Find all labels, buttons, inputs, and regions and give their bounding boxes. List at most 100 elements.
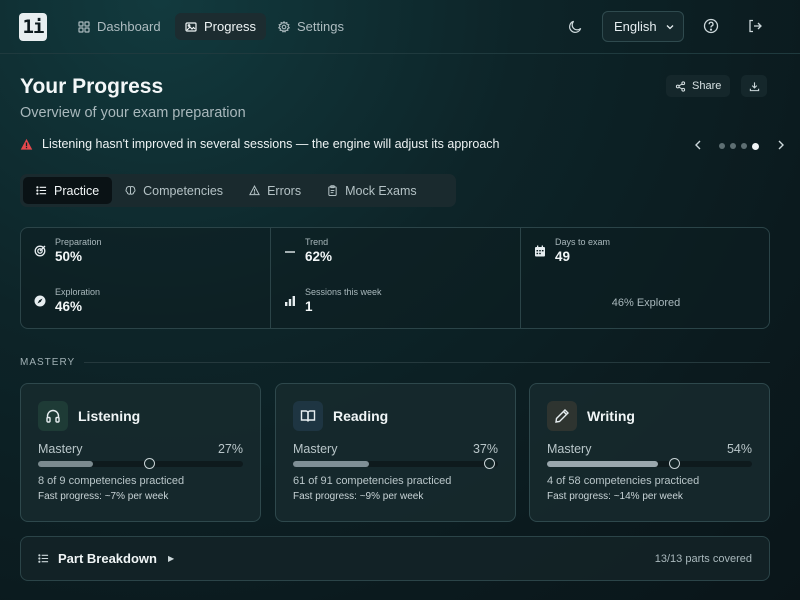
tab-mock-exams-label: Mock Exams <box>345 183 417 198</box>
caret-right-icon: ▶ <box>167 554 175 563</box>
explored-text: 46% Explored <box>611 297 681 309</box>
competencies-text: 4 of 58 competencies practiced <box>547 475 700 487</box>
download-button[interactable] <box>741 75 767 97</box>
tab-practice-label: Practice <box>54 183 100 198</box>
warning-outline-icon <box>249 185 260 196</box>
stat-exploration-label: Exploration <box>55 287 101 297</box>
competencies-text: 8 of 9 competencies practiced <box>38 475 185 487</box>
tab-mock-exams[interactable]: Mock Exams <box>314 177 430 204</box>
page-title: Your Progress <box>20 75 164 98</box>
stat-preparation: Preparation 50% <box>34 237 102 264</box>
fast-progress-text: Fast progress: ~9% per week <box>293 491 424 502</box>
stat-trend-value: 62% <box>305 249 333 264</box>
gear-icon <box>278 20 290 33</box>
mastery-label: Mastery <box>38 442 83 456</box>
logout-button[interactable] <box>743 14 767 38</box>
stat-sessions-value: 1 <box>305 299 313 314</box>
card-icon-bg <box>547 401 577 431</box>
top-nav: 1i Dashboard Progress Settings English <box>0 0 800 54</box>
language-select[interactable]: English <box>602 11 684 42</box>
tab-errors[interactable]: Errors <box>236 177 314 204</box>
card-title: Writing <box>587 408 635 424</box>
stat-sessions: Sessions this week 1 <box>284 287 382 314</box>
stat-days-value: 49 <box>555 249 571 264</box>
share-label: Share <box>692 80 722 92</box>
pencil-icon <box>555 409 569 423</box>
share-icon <box>675 80 686 92</box>
carousel-next-button[interactable] <box>775 139 787 153</box>
language-value: English <box>614 19 657 34</box>
mastery-progress-bar <box>293 458 498 469</box>
mastery-target-marker <box>483 458 495 469</box>
stat-preparation-label: Preparation <box>55 237 102 247</box>
minus-icon <box>285 251 295 253</box>
clipboard-icon <box>328 185 337 196</box>
compass-icon <box>34 295 46 307</box>
image-icon <box>185 21 197 32</box>
section-label-mastery: MASTERY <box>20 357 76 368</box>
mastery-progress-bar <box>547 458 752 469</box>
share-button[interactable]: Share <box>666 75 731 97</box>
mastery-percent: 27% <box>217 442 243 456</box>
nav-progress[interactable]: Progress <box>175 13 267 40</box>
stat-exploration: Exploration 46% <box>34 287 100 314</box>
target-icon <box>34 245 46 257</box>
tab-competencies[interactable]: Competencies <box>112 177 236 204</box>
stat-sessions-label: Sessions this week <box>305 287 382 297</box>
app-logo[interactable]: 1i <box>19 13 47 41</box>
headphones-icon <box>46 409 60 423</box>
carousel-dot[interactable] <box>719 143 725 149</box>
mastery-target-marker <box>143 458 155 469</box>
nav-dashboard-label: Dashboard <box>97 19 161 34</box>
mastery-label: Mastery <box>547 442 592 456</box>
brain-icon <box>125 185 136 195</box>
mastery-card-reading[interactable]: Reading Mastery 37% 61 of 91 competencie… <box>275 383 516 522</box>
theme-toggle-button[interactable] <box>563 14 587 38</box>
fast-progress-text: Fast progress: ~7% per week <box>38 491 169 502</box>
bar-chart-icon <box>285 296 295 306</box>
mastery-percent: 54% <box>726 442 752 456</box>
grid-icon <box>78 20 90 33</box>
mastery-progress-fill <box>547 461 658 467</box>
logout-icon <box>749 19 762 33</box>
mastery-card-listening[interactable]: Listening Mastery 27% 8 of 9 competencie… <box>20 383 261 522</box>
mastery-card-writing[interactable]: Writing Mastery 54% 4 of 58 competencies… <box>529 383 770 522</box>
help-icon <box>703 18 719 34</box>
stat-days-to-exam: Days to exam 49 <box>534 237 610 264</box>
help-button[interactable] <box>699 14 723 38</box>
chevron-down-icon <box>666 24 674 29</box>
download-icon <box>749 81 759 91</box>
fast-progress-text: Fast progress: ~14% per week <box>547 491 683 502</box>
nav-settings-label: Settings <box>297 19 344 34</box>
carousel-dot[interactable] <box>741 143 747 149</box>
part-breakdown-toggle[interactable]: Part Breakdown ▶ 13/13 parts covered <box>20 536 770 581</box>
stats-column: Trend 62% Sessions this week 1 <box>270 228 520 328</box>
tab-errors-label: Errors <box>267 183 302 198</box>
book-icon <box>300 410 316 422</box>
warning-icon <box>20 138 33 150</box>
alert-text: Listening hasn't improved in several ses… <box>42 137 500 151</box>
nav-dashboard[interactable]: Dashboard <box>68 13 171 40</box>
progress-tabs: Practice Competencies Errors Mock Exams <box>20 174 456 207</box>
part-breakdown-label: Part Breakdown <box>58 551 157 566</box>
stats-column: Preparation 50% Exploration 46% <box>21 228 270 328</box>
nav-settings[interactable]: Settings <box>268 13 354 40</box>
part-breakdown-header: Part Breakdown ▶ <box>38 551 174 566</box>
list-icon <box>38 554 49 563</box>
mastery-target-marker <box>669 458 681 469</box>
chevron-right-icon <box>778 140 784 150</box>
list-icon <box>36 186 47 195</box>
tab-practice[interactable]: Practice <box>23 177 113 204</box>
mastery-progress-bar <box>38 458 243 469</box>
carousel-dot-active[interactable] <box>752 142 759 150</box>
tab-competencies-label: Competencies <box>143 183 224 198</box>
mastery-progress-fill <box>293 461 369 467</box>
nav-progress-label: Progress <box>204 19 257 34</box>
stat-trend: Trend 62% <box>284 237 332 264</box>
carousel-prev-button[interactable] <box>692 139 704 153</box>
parts-covered-text: 13/13 parts covered <box>654 553 752 565</box>
card-icon-bg <box>293 401 323 431</box>
page-subtitle: Overview of your exam preparation <box>20 105 246 121</box>
carousel-dot[interactable] <box>730 143 736 149</box>
alert-carousel <box>692 139 787 153</box>
